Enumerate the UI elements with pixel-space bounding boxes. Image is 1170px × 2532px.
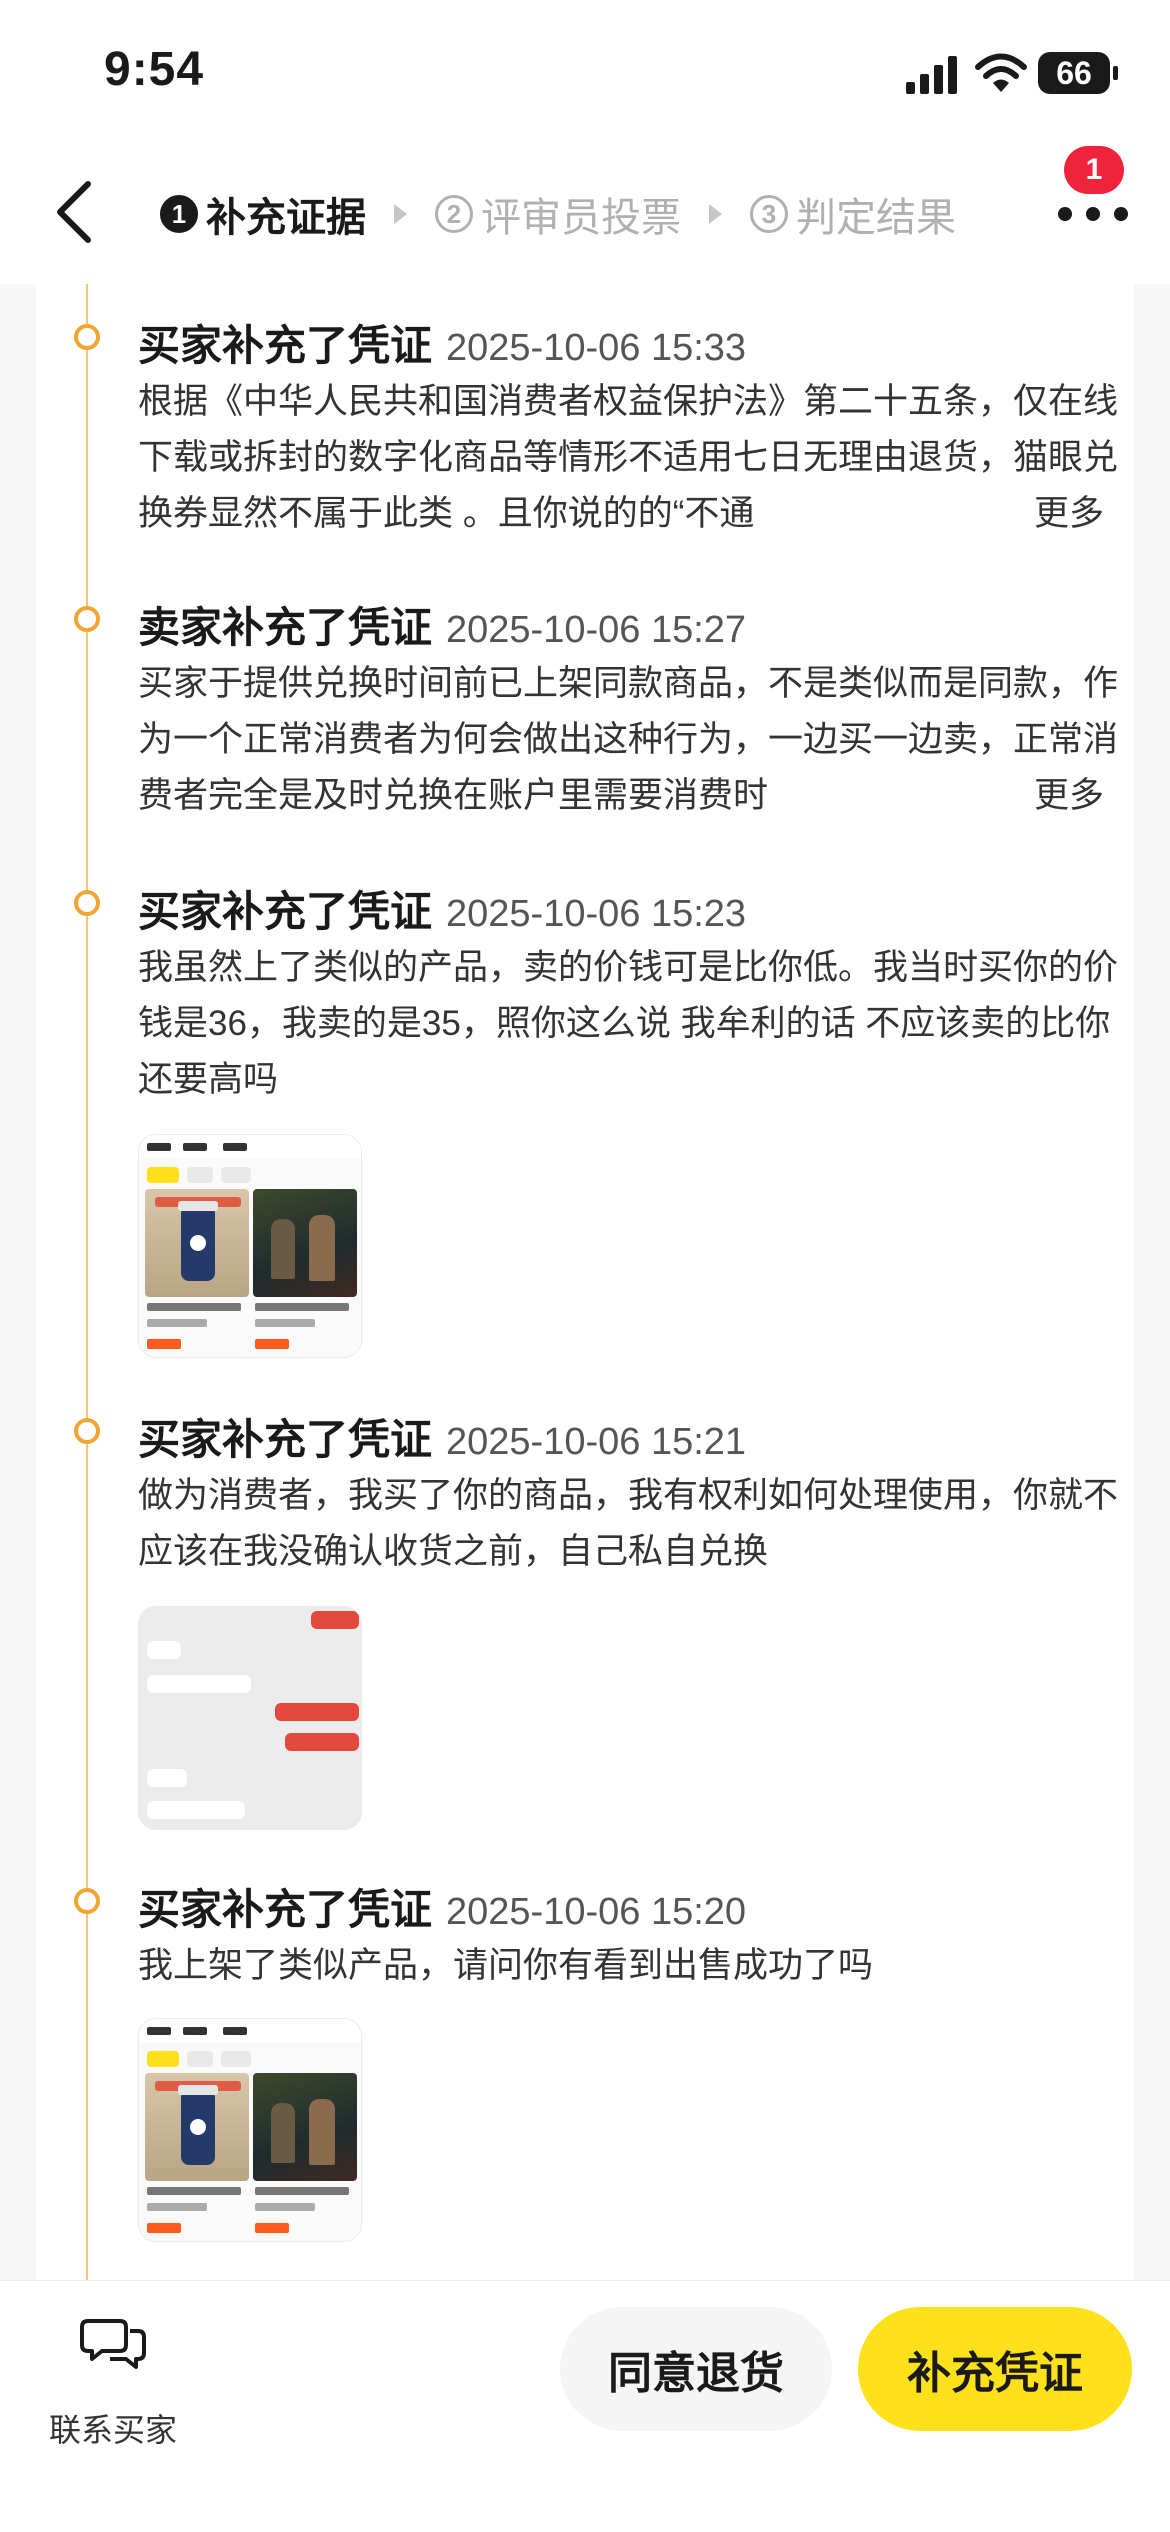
timeline-dot: [74, 606, 100, 632]
entry-title: 买家补充了凭证: [138, 1416, 433, 1463]
step-label: 判定结果: [796, 196, 956, 240]
entry-text: 我虽然上了类似的产品，卖的价钱可是比你低。我当时买你的价钱是36，我卖的是35，…: [138, 948, 1119, 1099]
step-number: 1: [160, 195, 198, 233]
step-label: 评审员投票: [481, 196, 681, 240]
evidence-image-shop[interactable]: [138, 2018, 362, 2242]
entry-text: 我上架了类似产品，请问你有看到出售成功了吗: [138, 1946, 874, 1985]
step-number: 2: [435, 195, 473, 233]
step-number: 3: [750, 195, 788, 233]
entry-time: 2025-10-06 15:20: [446, 1891, 747, 1933]
entry-header: 买家补充了凭证 2025-10-06 15:21: [138, 1406, 746, 1467]
evidence-image-shop[interactable]: [138, 1134, 362, 1358]
timeline-line: [86, 284, 88, 2280]
entry-header: 卖家补充了凭证 2025-10-06 15:27: [138, 594, 746, 655]
entry-time: 2025-10-06 15:33: [446, 327, 747, 369]
signal-icon: [906, 56, 957, 94]
step-3: 3 判定结果: [750, 185, 956, 243]
entry-header: 买家补充了凭证 2025-10-06 15:23: [138, 878, 746, 939]
status-time: 9:54: [104, 43, 205, 96]
timeline-dot: [74, 1418, 100, 1444]
entry-text: 根据《中华人民共和国消费者权益保护法》第二十五条，仅在线下载或拆封的数字化商品等…: [138, 374, 1126, 542]
wifi-icon: [975, 53, 1027, 92]
entry-title: 买家补充了凭证: [138, 322, 433, 369]
agree-return-button[interactable]: 同意退货: [560, 2307, 832, 2431]
status-bar: 9:54 66: [0, 0, 1170, 140]
entry-title: 买家补充了凭证: [138, 888, 433, 935]
more-dots-icon[interactable]: [1058, 202, 1128, 226]
entry-text: 买家于提供兑换时间前已上架同款商品，不是类似而是同款，作为一个正常消费者为何会做…: [138, 656, 1126, 824]
step-arrow-icon: [394, 204, 407, 224]
entry-text: 做为消费者，我买了你的商品，我有权利如何处理使用，你就不应该在我没确认收货之前，…: [138, 1476, 1119, 1571]
entry-header: 买家补充了凭证 2025-10-06 15:20: [138, 1876, 746, 1937]
entry-time: 2025-10-06 15:21: [446, 1421, 747, 1463]
step-label: 补充证据: [206, 196, 366, 240]
nav-bar: 1 补充证据 2 评审员投票 3 判定结果 1: [0, 140, 1170, 284]
timeline-dot: [74, 1888, 100, 1914]
evidence-image-chat[interactable]: [138, 1606, 362, 1830]
add-evidence-button[interactable]: 补充凭证: [858, 2307, 1132, 2431]
timeline-dot: [74, 890, 100, 916]
chat-bubbles-icon: [80, 2319, 146, 2369]
battery-icon: 66: [1038, 52, 1118, 94]
entry-title: 卖家补充了凭证: [138, 604, 433, 651]
step-1: 1 补充证据: [160, 185, 366, 243]
entry-time: 2025-10-06 15:27: [446, 609, 747, 651]
expand-more-link[interactable]: 更多: [963, 486, 1104, 542]
step-2: 2 评审员投票: [435, 185, 681, 243]
entry-header: 买家补充了凭证 2025-10-06 15:33: [138, 312, 746, 373]
progress-steps: 1 补充证据 2 评审员投票 3 判定结果: [160, 184, 956, 244]
expand-more-link[interactable]: 更多: [963, 768, 1104, 824]
contact-buyer-label: 联系买家: [48, 2412, 177, 2448]
entry-time: 2025-10-06 15:23: [446, 893, 747, 935]
entry-title: 买家补充了凭证: [138, 1886, 433, 1933]
evidence-timeline[interactable]: 买家补充了凭证 2025-10-06 15:33 根据《中华人民共和国消费者权益保…: [36, 284, 1134, 2280]
bottom-action-bar: 联系买家 同意退货 补充凭证: [0, 2280, 1170, 2532]
timeline-dot: [74, 324, 100, 350]
chevron-left-icon[interactable]: [40, 174, 116, 250]
notification-badge: 1: [1064, 146, 1124, 194]
step-arrow-icon: [709, 204, 722, 224]
contact-buyer-button[interactable]: 联系买家: [30, 2315, 196, 2455]
